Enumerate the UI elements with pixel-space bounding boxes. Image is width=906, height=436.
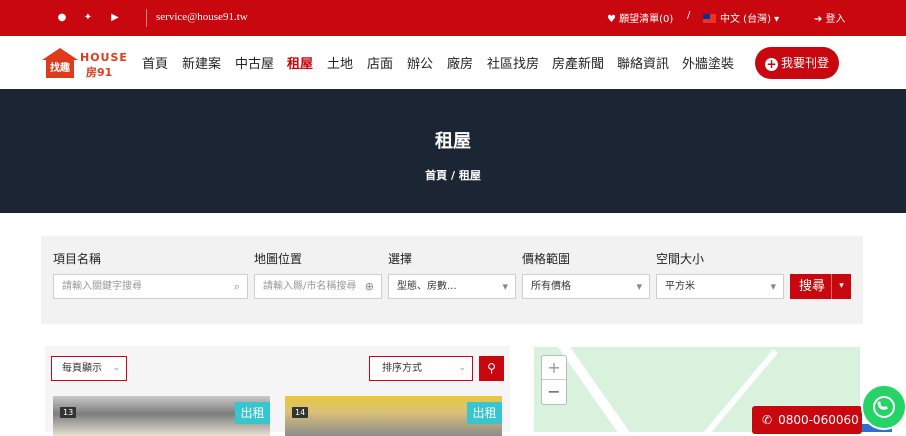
- page-hero: 租屋 首頁 / 租屋: [0, 89, 906, 213]
- logo-brand-top: HOUSE: [80, 51, 128, 64]
- type-select[interactable]: 型態、房數... ▾: [388, 274, 516, 299]
- price-select[interactable]: 所有價格 ▾: [522, 274, 650, 299]
- map-zoom-control: + −: [541, 355, 567, 405]
- status-badge: 出租: [467, 402, 502, 424]
- map-road: [554, 347, 644, 432]
- zoom-out-button[interactable]: −: [542, 380, 566, 404]
- whatsapp-icon[interactable]: [861, 384, 906, 430]
- phone-contact-button[interactable]: ✆ 0800-060060: [752, 406, 862, 434]
- site-logo[interactable]: 找趣 HOUSE 房91: [42, 46, 127, 80]
- sort-select[interactable]: 排序方式 ⌄: [369, 356, 473, 381]
- map-location-label: 地圖位置: [254, 252, 303, 266]
- nav-item-resale[interactable]: 中古屋: [235, 53, 274, 72]
- per-page-select[interactable]: 每頁顯示 ⌄: [51, 356, 127, 381]
- phone-number: 0800-060060: [778, 413, 859, 427]
- search-panel: 項目名稱 請輸入關鍵字搜尋 ⌕ 地圖位置 請輸入縣/市名稱搜尋 ⊕ 選擇 型態、…: [41, 236, 863, 324]
- youtube-icon[interactable]: ▶: [108, 11, 122, 25]
- listing-card[interactable]: 13 出租: [53, 396, 270, 436]
- phone-icon: ✆: [762, 413, 773, 427]
- listing-panel: 每頁顯示 ⌄ 排序方式 ⌄ ⚲ 13 出租 14 出租: [45, 346, 510, 436]
- nav-item-home[interactable]: 首頁: [142, 53, 168, 72]
- nav-item-contact[interactable]: 聯絡資訊: [617, 53, 669, 72]
- project-name-label: 項目名稱: [53, 252, 102, 266]
- space-select[interactable]: 平方米 ▾: [656, 274, 784, 299]
- main-navbar: 找趣 HOUSE 房91 首頁 新建案 中古屋 租屋 土地 店面 辦公 廠房 社…: [0, 36, 906, 89]
- map-location-input[interactable]: 請輸入縣/市名稱搜尋 ⊕: [254, 274, 382, 299]
- breadcrumb[interactable]: 首頁 / 租屋: [0, 167, 906, 183]
- chevron-down-icon: ▾: [636, 280, 642, 293]
- nav-item-news[interactable]: 房產新聞: [552, 53, 604, 72]
- taiwan-flag-icon: [703, 14, 716, 23]
- select-type-label: 選擇: [388, 252, 413, 266]
- top-bar-divider: [146, 9, 147, 27]
- chevron-down-icon: ▾: [770, 280, 776, 293]
- locate-icon: ⊕: [364, 280, 374, 293]
- chevron-down-icon: ⌄: [458, 363, 466, 373]
- language-selector[interactable]: 中文 (台灣) ▾: [703, 10, 779, 25]
- nav-item-office[interactable]: 辦公: [407, 53, 433, 72]
- photo-count: 14: [292, 407, 309, 418]
- publish-label: 我要刊登: [780, 56, 829, 70]
- status-badge: 出租: [235, 402, 270, 424]
- logo-brand-bottom: 房91: [86, 66, 113, 79]
- top-bar-separator: /: [687, 10, 691, 21]
- nav-item-coating[interactable]: 外牆塗裝: [682, 53, 734, 72]
- top-bar: ● ✦ ▶ service@house91.tw ♥ 願望清單(0) / 中文 …: [0, 0, 906, 36]
- price-range-label: 價格範圍: [522, 252, 571, 266]
- plus-icon: +: [764, 57, 778, 71]
- search-button[interactable]: 搜尋 ▾: [790, 274, 851, 299]
- chevron-down-icon: ▾: [502, 280, 508, 293]
- chevron-down-icon[interactable]: ▾: [831, 274, 851, 299]
- twitter-icon[interactable]: ✦: [81, 11, 95, 25]
- nav-item-rental[interactable]: 租屋: [287, 53, 313, 72]
- chevron-down-icon: ⌄: [112, 363, 120, 373]
- project-name-input[interactable]: 請輸入關鍵字搜尋 ⌕: [53, 274, 248, 299]
- login-link[interactable]: ➔ 登入: [814, 10, 846, 25]
- nav-item-storefront[interactable]: 店面: [367, 53, 393, 72]
- search-icon: ⌕: [233, 280, 240, 293]
- zoom-in-button[interactable]: +: [542, 356, 566, 380]
- listing-card[interactable]: 14 出租: [285, 396, 502, 436]
- page-title: 租屋: [435, 131, 471, 152]
- map-pin-button[interactable]: ⚲: [479, 356, 504, 381]
- photo-count: 13: [60, 407, 77, 418]
- facebook-icon[interactable]: ●: [55, 11, 69, 25]
- nav-item-factory[interactable]: 廠房: [447, 53, 473, 72]
- search-button-label: 搜尋: [799, 279, 826, 294]
- logo-house-icon: 找趣: [42, 48, 78, 78]
- map-pin-icon: ⚲: [487, 361, 496, 375]
- language-label: 中文 (台灣) ▾: [720, 14, 780, 25]
- contact-email[interactable]: service@house91.tw: [156, 11, 248, 23]
- space-size-label: 空間大小: [656, 252, 705, 266]
- wishlist-link[interactable]: ♥ 願望清單(0): [607, 10, 673, 25]
- publish-button[interactable]: + 我要刊登: [755, 47, 839, 79]
- nav-item-land[interactable]: 土地: [327, 53, 353, 72]
- nav-item-community[interactable]: 社區找房: [487, 53, 539, 72]
- nav-item-new-projects[interactable]: 新建案: [182, 53, 221, 72]
